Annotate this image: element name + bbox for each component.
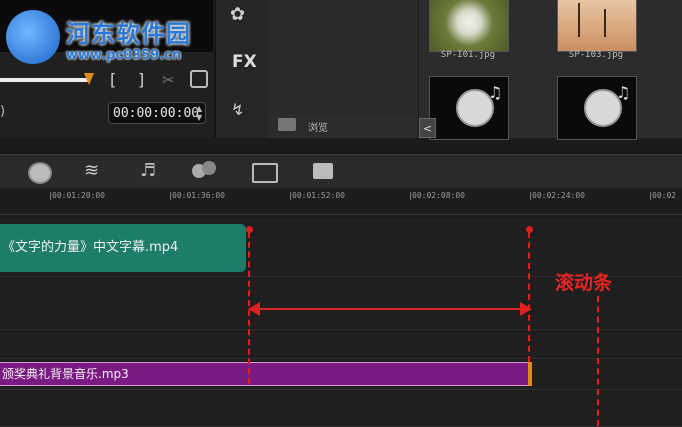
thumbnail-desert[interactable] bbox=[557, 0, 637, 52]
ruler-tick-label: 00:02:24:00 bbox=[532, 191, 585, 200]
watermark-logo-icon bbox=[6, 10, 60, 64]
scrub-handle[interactable] bbox=[84, 73, 94, 85]
ruler-tick bbox=[170, 192, 171, 200]
annotation-dashed-line-scroll bbox=[597, 296, 599, 426]
thumbnail-label: SP-I03.jpg bbox=[568, 50, 624, 60]
ruler-tick bbox=[410, 192, 411, 200]
ruler-tick bbox=[650, 192, 651, 200]
ruler-tick-label: 00:02 bbox=[652, 191, 677, 200]
ruler-tick-label: 00:01:20:00 bbox=[52, 191, 105, 200]
multi-track-icon[interactable] bbox=[313, 163, 333, 179]
audio-mixer-icon[interactable]: ≋ bbox=[84, 160, 99, 181]
annotation-arrow-right-icon bbox=[520, 302, 532, 316]
fx-icon[interactable]: FX bbox=[232, 52, 257, 72]
annotation-arrow-left-icon bbox=[248, 302, 260, 316]
library-toolbar: ✿ FX ↯ bbox=[215, 0, 268, 138]
timeline-toolbar: ≋ ♬ bbox=[0, 154, 682, 189]
timecode-spinner[interactable]: ▲ ▼ bbox=[196, 104, 202, 122]
timeline-ruler[interactable]: 00:01:20:00 00:01:36:00 00:01:52:00 00:0… bbox=[0, 188, 682, 215]
music-note-icon: ♫ bbox=[616, 83, 631, 102]
audio-clip[interactable]: 颁奖典礼背景音乐.mp3 bbox=[0, 362, 532, 386]
title-track bbox=[0, 330, 682, 359]
audio-thumbnail-2[interactable]: ♫ bbox=[557, 76, 637, 140]
transition-icon[interactable]: ✿ bbox=[230, 4, 245, 25]
record-capture-icon[interactable] bbox=[28, 162, 52, 184]
video-clip[interactable]: 《文字的力量》中文字幕.mp4 bbox=[0, 224, 246, 272]
copy-icon[interactable] bbox=[190, 70, 208, 88]
audio-thumbnail-1[interactable]: ♫ bbox=[429, 76, 509, 140]
ruler-tick-label: 00:01:52:00 bbox=[292, 191, 345, 200]
annotation-scrollbar-label: 滚动条 bbox=[555, 272, 613, 294]
scrub-bar[interactable] bbox=[0, 78, 90, 82]
media-thumbnails: SP-I01.jpg SP-I03.jpg ♫ ♫ bbox=[419, 0, 682, 140]
watermark-title: 河东软件园 bbox=[66, 19, 191, 48]
scissors-icon[interactable]: ✂ bbox=[162, 71, 175, 89]
annotation-arrow-line bbox=[254, 308, 524, 310]
auto-music-icon[interactable]: ♬ bbox=[140, 160, 156, 181]
ruler-tick bbox=[290, 192, 291, 200]
folder-icon[interactable] bbox=[278, 118, 296, 131]
ruler-tick-label: 00:01:36:00 bbox=[172, 191, 225, 200]
annotation-dashed-line-end bbox=[528, 232, 530, 362]
music-note-icon: ♫ bbox=[488, 83, 503, 102]
audio-clip-end-handle[interactable] bbox=[528, 362, 532, 386]
mark-in-button[interactable]: [ bbox=[110, 70, 116, 89]
motion-icon-overlay bbox=[202, 161, 216, 175]
browse-button[interactable]: 浏览 bbox=[308, 119, 328, 134]
thumbnail-label: SP-I01.jpg bbox=[440, 50, 496, 60]
thumbnail-dandelion[interactable] bbox=[429, 0, 509, 52]
browse-bar: 浏览 bbox=[268, 115, 418, 138]
subtitle-icon[interactable] bbox=[252, 163, 278, 183]
volume-icon[interactable]: ) bbox=[0, 104, 5, 119]
ruler-tick bbox=[50, 192, 51, 200]
scroll-left-button[interactable]: < bbox=[419, 118, 436, 138]
ruler-tick bbox=[530, 192, 531, 200]
watermark-url: www.pc0359.cn bbox=[66, 48, 182, 63]
path-icon[interactable]: ↯ bbox=[231, 100, 244, 119]
empty-track bbox=[0, 390, 682, 427]
timecode-field[interactable]: 00:00:00:00 bbox=[108, 102, 206, 124]
mark-out-button[interactable]: ] bbox=[138, 70, 144, 89]
ruler-tick-label: 00:02:08:00 bbox=[412, 191, 465, 200]
